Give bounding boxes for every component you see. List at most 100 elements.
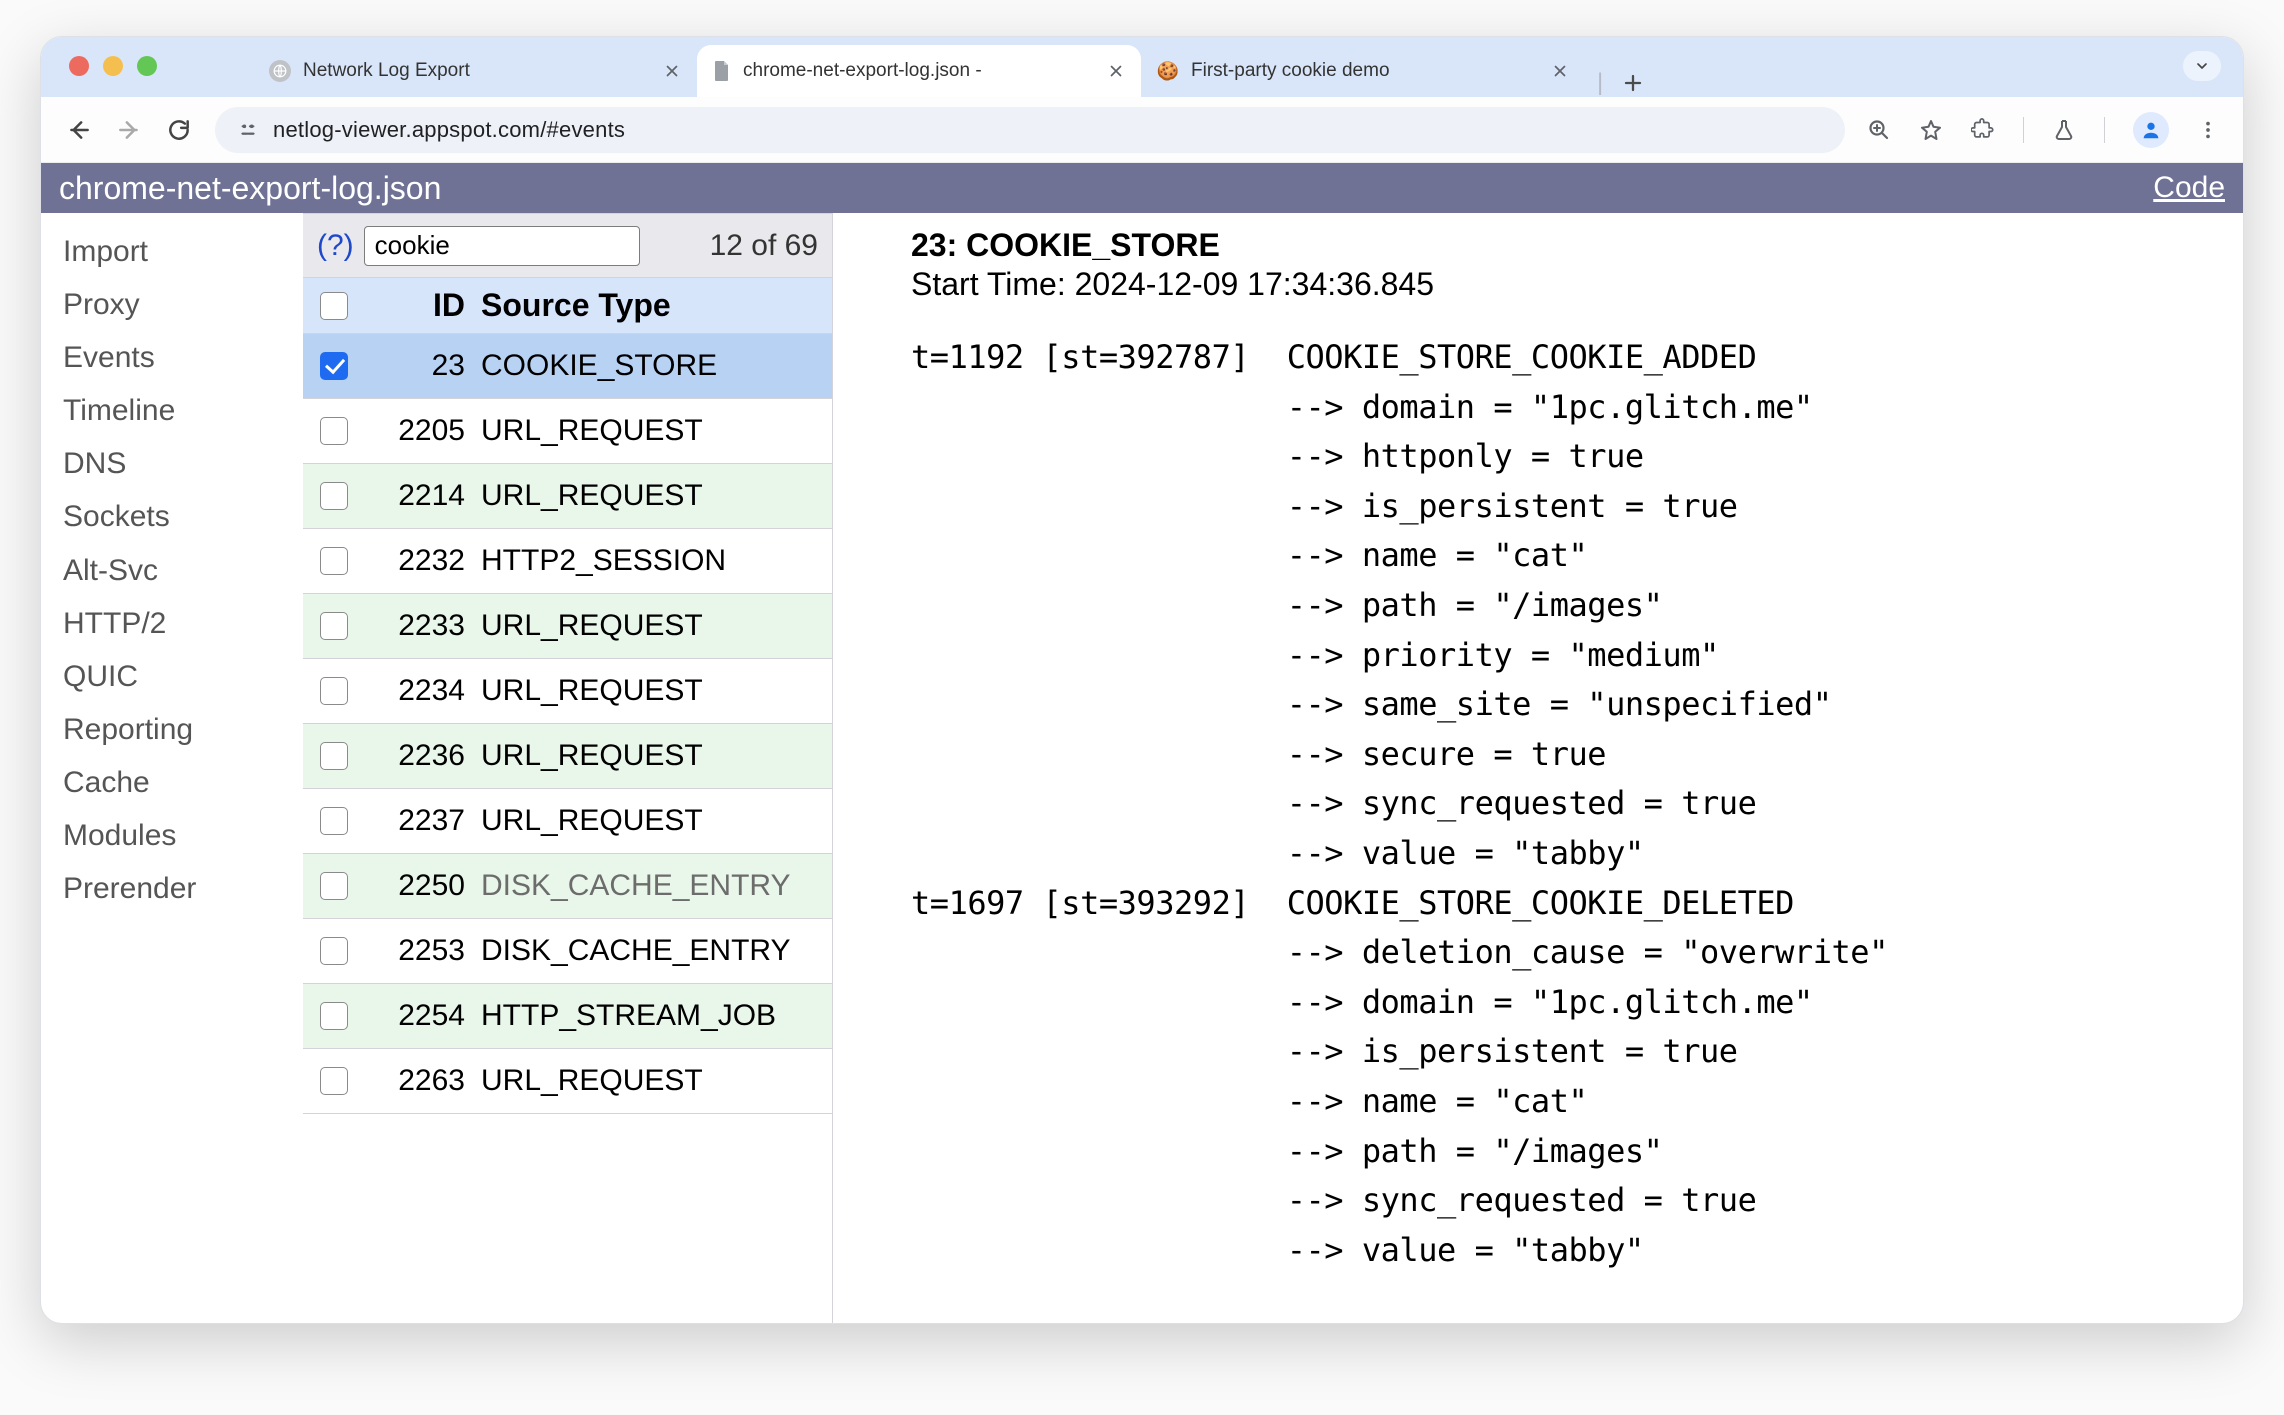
table-row[interactable]: 2232HTTP2_SESSION	[303, 529, 832, 594]
separator	[2104, 117, 2105, 143]
window-controls	[69, 56, 157, 76]
row-checkbox[interactable]	[320, 677, 348, 705]
table-row[interactable]: 2254HTTP_STREAM_JOB	[303, 984, 832, 1049]
document-icon	[713, 60, 731, 82]
col-header-id[interactable]: ID	[365, 287, 473, 324]
row-checkbox[interactable]	[320, 612, 348, 640]
cookie-icon: 🍪	[1157, 60, 1179, 82]
filter-input[interactable]	[364, 226, 640, 266]
tab-separator: |	[1597, 69, 1603, 97]
sidenav-item-prerender[interactable]: Prerender	[63, 862, 303, 915]
detail-log: t=1192 [st=392787] COOKIE_STORE_COOKIE_A…	[911, 333, 2243, 1275]
sidenav-item-timeline[interactable]: Timeline	[63, 384, 303, 437]
row-checkbox[interactable]	[320, 352, 348, 380]
site-settings-icon[interactable]	[237, 119, 259, 141]
tab-inactive-1[interactable]: Network Log Export	[253, 45, 697, 97]
tab-inactive-2[interactable]: 🍪 First-party cookie demo	[1141, 45, 1585, 97]
row-source-type: DISK_CACHE_ENTRY	[473, 869, 832, 903]
tab-label: chrome-net-export-log.json -	[743, 60, 1095, 82]
row-id: 2234	[365, 674, 473, 708]
profile-avatar[interactable]	[2133, 112, 2169, 148]
row-checkbox[interactable]	[320, 1002, 348, 1030]
table-row[interactable]: 2250DISK_CACHE_ENTRY	[303, 854, 832, 919]
row-id: 2254	[365, 999, 473, 1033]
table-row[interactable]: 2233URL_REQUEST	[303, 594, 832, 659]
row-id: 2236	[365, 739, 473, 773]
row-id: 2214	[365, 479, 473, 513]
table-row[interactable]: 2253DISK_CACHE_ENTRY	[303, 919, 832, 984]
kebab-menu-icon[interactable]	[2197, 119, 2219, 141]
detail-start-time: Start Time: 2024-12-09 17:34:36.845	[911, 266, 2243, 303]
reload-button[interactable]	[165, 116, 193, 144]
row-source-type: URL_REQUEST	[473, 414, 832, 448]
tab-active[interactable]: chrome-net-export-log.json -	[697, 45, 1141, 97]
row-id: 23	[365, 349, 473, 383]
table-row[interactable]: 2263URL_REQUEST	[303, 1049, 832, 1114]
row-checkbox[interactable]	[320, 872, 348, 900]
events-table-header: ID Source Type	[303, 278, 832, 334]
code-link[interactable]: Code	[2153, 171, 2225, 205]
filter-help-link[interactable]: (?)	[317, 229, 354, 263]
events-filter-pane: (?) 12 of 69 ID Source Type 23COOKIE_STO…	[303, 213, 833, 1323]
forward-button[interactable]	[115, 116, 143, 144]
row-checkbox[interactable]	[320, 417, 348, 445]
row-checkbox[interactable]	[320, 547, 348, 575]
table-row[interactable]: 2234URL_REQUEST	[303, 659, 832, 724]
row-id: 2233	[365, 609, 473, 643]
zoom-icon[interactable]	[1867, 118, 1891, 142]
url-text: netlog-viewer.appspot.com/#events	[273, 117, 1823, 143]
events-rows: 23COOKIE_STORE2205URL_REQUEST2214URL_REQ…	[303, 334, 832, 1323]
table-row[interactable]: 2214URL_REQUEST	[303, 464, 832, 529]
row-checkbox[interactable]	[320, 1067, 348, 1095]
sidenav-item-dns[interactable]: DNS	[63, 437, 303, 490]
row-id: 2250	[365, 869, 473, 903]
toolbar: netlog-viewer.appspot.com/#events	[41, 97, 2243, 163]
row-id: 2232	[365, 544, 473, 578]
zoom-window-button[interactable]	[137, 56, 157, 76]
row-checkbox[interactable]	[320, 482, 348, 510]
labs-flask-icon[interactable]	[2052, 118, 2076, 142]
sidenav-item-quic[interactable]: QUIC	[63, 650, 303, 703]
close-icon[interactable]	[1551, 62, 1569, 80]
row-checkbox[interactable]	[320, 807, 348, 835]
back-button[interactable]	[65, 116, 93, 144]
row-source-type: COOKIE_STORE	[473, 349, 832, 383]
close-icon[interactable]	[1107, 62, 1125, 80]
row-checkbox[interactable]	[320, 937, 348, 965]
bookmark-star-icon[interactable]	[1919, 118, 1943, 142]
globe-icon	[269, 60, 291, 82]
page-header: chrome-net-export-log.json Code	[41, 163, 2243, 213]
sidenav-item-proxy[interactable]: Proxy	[63, 278, 303, 331]
row-id: 2205	[365, 414, 473, 448]
sidenav: Import Proxy Events Timeline DNS Sockets…	[41, 213, 303, 1323]
tab-label: Network Log Export	[303, 60, 651, 82]
new-tab-button[interactable]	[1621, 71, 1645, 95]
select-all-checkbox[interactable]	[320, 292, 348, 320]
table-row[interactable]: 2237URL_REQUEST	[303, 789, 832, 854]
sidenav-item-cache[interactable]: Cache	[63, 756, 303, 809]
sidenav-item-alt-svc[interactable]: Alt-Svc	[63, 544, 303, 597]
extensions-icon[interactable]	[1971, 118, 1995, 142]
toolbar-right-icons	[1867, 112, 2219, 148]
sidenav-item-reporting[interactable]: Reporting	[63, 703, 303, 756]
sidenav-item-modules[interactable]: Modules	[63, 809, 303, 862]
close-window-button[interactable]	[69, 56, 89, 76]
close-icon[interactable]	[663, 62, 681, 80]
sidenav-item-sockets[interactable]: Sockets	[63, 490, 303, 543]
sidenav-item-http2[interactable]: HTTP/2	[63, 597, 303, 650]
tabs-dropdown-button[interactable]	[2183, 51, 2221, 81]
row-source-type: URL_REQUEST	[473, 674, 832, 708]
row-checkbox[interactable]	[320, 742, 348, 770]
detail-title: 23: COOKIE_STORE	[911, 227, 2243, 264]
table-row[interactable]: 2205URL_REQUEST	[303, 399, 832, 464]
filter-count: 12 of 69	[710, 229, 818, 263]
sidenav-item-events[interactable]: Events	[63, 331, 303, 384]
tab-strip: Network Log Export chrome-net-export-log…	[41, 37, 2243, 97]
col-header-source-type[interactable]: Source Type	[473, 287, 832, 324]
minimize-window-button[interactable]	[103, 56, 123, 76]
table-row[interactable]: 23COOKIE_STORE	[303, 334, 832, 399]
sidenav-item-import[interactable]: Import	[63, 225, 303, 278]
address-bar[interactable]: netlog-viewer.appspot.com/#events	[215, 107, 1845, 153]
table-row[interactable]: 2236URL_REQUEST	[303, 724, 832, 789]
chevron-down-icon	[2194, 58, 2210, 74]
